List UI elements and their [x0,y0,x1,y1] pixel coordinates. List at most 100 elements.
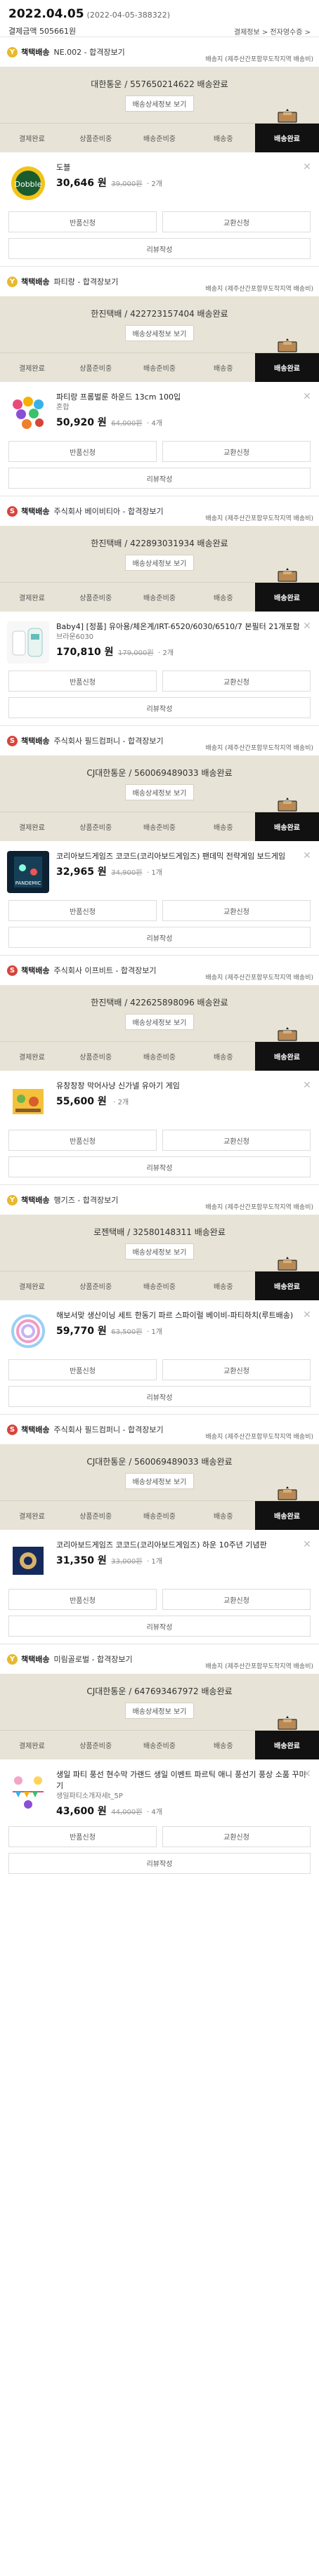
return-request-button[interactable]: 반품신청 [8,1359,157,1380]
close-icon[interactable]: ✕ [302,1081,312,1090]
product-name[interactable]: 코리아보드게임즈 코코드(코리아보드게임즈) 팬데믹 전략게임 보드게임 [56,851,312,862]
product-name[interactable]: 해보서맞 생산이닝 세트 한동기 파르 스파이럴 베이비-파티하치(루트배송) [56,1310,312,1321]
receipt-links[interactable]: 결제정보 > 전자영수증 > [234,26,311,37]
seller-name[interactable]: 주식회사 베이비티아 - 합격장보기 [53,506,163,517]
exchange-request-button[interactable]: 교환신청 [162,1825,311,1847]
product-name[interactable]: 도블 [56,162,312,173]
action-row: 반품신청 교환신청 [8,1359,311,1380]
product-thumbnail[interactable] [7,1769,49,1811]
product-item[interactable]: 해보서맞 생산이닝 세트 한동기 파르 스파이럴 베이비-파티하치(루트배송) … [0,1300,319,1359]
return-request-button[interactable]: 반품신청 [8,671,157,692]
seller-row[interactable]: S 책택배송 주식회사 필드컴퍼니 - 합격장보기 배송지 (제주산간포함무도착… [0,726,319,755]
track-detail-button[interactable]: 배송상세정보 보기 [124,555,195,571]
seller-row[interactable]: Y 책택배송 파티랑 - 합격장보기 배송지 (제주산간포함무도착지역 배송비) [0,267,319,296]
track-detail-button[interactable]: 배송상세정보 보기 [124,95,195,112]
write-review-button[interactable]: 리뷰작성 [8,697,311,718]
exchange-request-button[interactable]: 교환신청 [162,900,311,921]
seller-name[interactable]: 주식회사 이프비트 - 합격장보기 [53,965,156,976]
product-item[interactable]: 파티랑 프롬벌룬 하운드 13cm 100입 혼합 50,920 원 64,00… [0,382,319,441]
step-label: 상품준비중 [79,1743,112,1750]
seller-name[interactable]: 파티랑 - 합격장보기 [53,276,118,287]
write-review-button[interactable]: 리뷰작성 [8,468,311,489]
track-detail-button[interactable]: 배송상세정보 보기 [124,325,195,341]
price-row: 30,646 원 39,000원 · 2개 [56,176,312,190]
seller-row[interactable]: Y 책택배송 NE.002 - 합격장보기 배송지 (제주산간포함무도착지역 배… [0,37,319,67]
product-thumbnail[interactable]: PANDEMIC [7,851,49,893]
seller-name[interactable]: 미림골로벌 - 합격장보기 [53,1653,132,1665]
product-thumbnail[interactable] [7,1540,49,1582]
product-name[interactable]: 파티랑 프롬벌룬 하운드 13cm 100입 [56,392,312,403]
seller-name[interactable]: 주식회사 필드컴퍼니 - 합격장보기 [53,735,163,746]
close-icon[interactable]: ✕ [302,162,312,172]
step-1: 상품준비중 [64,812,128,841]
delivery-steps: 결제완료 상품준비중 배송준비중 배송중 배송완료 [0,338,319,382]
close-icon[interactable]: ✕ [302,1769,312,1779]
original-price: 39,000원 [111,180,143,188]
product-item[interactable]: 유창창창 막어사냥 신가넬 유아기 게임 55,600 원 · 2개 ✕ [0,1071,319,1130]
shipping-info: 배송지 (제주산간포함무도착지역 배송비) [205,745,313,752]
product-item[interactable]: 코리아보드게임즈 코코드(코리아보드게임즈) 하운 10주년 기념판 31,35… [0,1530,319,1589]
seller-name[interactable]: 주식회사 필드컴퍼니 - 합격장보기 [53,1424,163,1435]
action-row: 반품신청 교환신청 [8,1825,311,1847]
seller-row[interactable]: Y 책택배송 행기즈 - 합격장보기 배송지 (제주산간포함무도착지역 배송비) [0,1185,319,1215]
product-name[interactable]: 유창창창 막어사냥 신가넬 유아기 게임 [56,1081,312,1092]
seller-row[interactable]: Y 책택배송 미림골로벌 - 합격장보기 배송지 (제주산간포함무도착지역 배송… [0,1644,319,1674]
product-item[interactable]: PANDEMIC 코리아보드게임즈 코코드(코리아보드게임즈) 팬데믹 전략게임… [0,841,319,900]
write-review-button[interactable]: 리뷰작성 [8,1386,311,1407]
product-thumbnail[interactable] [7,621,49,663]
step-label: 배송준비중 [143,136,176,143]
seller-row[interactable]: S 책택배송 주식회사 이프비트 - 합격장보기 배송지 (제주산간포함무도착지… [0,956,319,985]
action-buttons: 반품신청 교환신청 리뷰작성 [0,1825,319,1881]
delivery-steps: 결제완료 상품준비중 배송준비중 배송중 배송완료 [0,568,319,612]
exchange-request-button[interactable]: 교환신청 [162,1589,311,1610]
close-icon[interactable]: ✕ [302,621,312,631]
step-1: 상품준비중 [64,1042,128,1071]
product-item[interactable]: 생일 파티 풍선 현수막 가랜드 생일 이벤트 파르틱 애니 풍선기 풍상 소품… [0,1759,319,1826]
product-thumbnail[interactable] [7,1081,49,1123]
return-request-button[interactable]: 반품신청 [8,211,157,232]
delivery-steps: 결제완료 상품준비중 배송준비중 배송중 배송완료 [0,109,319,152]
write-review-button[interactable]: 리뷰작성 [8,1156,311,1177]
write-review-button[interactable]: 리뷰작성 [8,1852,311,1874]
exchange-request-button[interactable]: 교환신청 [162,211,311,232]
return-request-button[interactable]: 반품신청 [8,1589,157,1610]
seller-name[interactable]: NE.002 - 합격장보기 [53,46,124,58]
product-name[interactable]: 코리아보드게임즈 코코드(코리아보드게임즈) 하운 10주년 기념판 [56,1540,312,1551]
seller-name[interactable]: 행기즈 - 합격장보기 [53,1194,118,1206]
action-buttons: 반품신청 교환신청 리뷰작성 [0,671,319,725]
close-icon[interactable]: ✕ [302,1540,312,1550]
step-label: 배송중 [213,1054,233,1062]
exchange-request-button[interactable]: 교환신청 [162,1359,311,1380]
track-detail-button[interactable]: 배송상세정보 보기 [124,1703,195,1719]
shipment-list: Y 책택배송 NE.002 - 합격장보기 배송지 (제주산간포함무도착지역 배… [0,37,319,1881]
track-detail-button[interactable]: 배송상세정보 보기 [124,1473,195,1489]
shipment-card: Y 책택배송 미림골로벌 - 합격장보기 배송지 (제주산간포함무도착지역 배송… [0,1644,319,1881]
return-request-button[interactable]: 반품신청 [8,1825,157,1847]
track-detail-button[interactable]: 배송상세정보 보기 [124,784,195,800]
seller-row[interactable]: S 책택배송 주식회사 필드컴퍼니 - 합격장보기 배송지 (제주산간포함무도착… [0,1415,319,1444]
track-detail-button[interactable]: 배송상세정보 보기 [124,1014,195,1030]
product-name[interactable]: 생일 파티 풍선 현수막 가랜드 생일 이벤트 파르틱 애니 풍선기 풍상 소품… [56,1769,312,1792]
write-review-button[interactable]: 리뷰작성 [8,1616,311,1637]
step-3: 배송중 [191,812,255,841]
product-item[interactable]: Dobble 도블 30,646 원 39,000원 · 2개 ✕ [0,152,319,211]
exchange-request-button[interactable]: 교환신청 [162,441,311,462]
seller-row[interactable]: S 책택배송 주식회사 베이비티아 - 합격장보기 배송지 (제주산간포함무도착… [0,496,319,526]
write-review-button[interactable]: 리뷰작성 [8,238,311,259]
close-icon[interactable]: ✕ [302,1310,312,1320]
product-thumbnail[interactable] [7,1310,49,1352]
step-label: 결제완료 [18,1054,45,1062]
return-request-button[interactable]: 반품신청 [8,900,157,921]
exchange-request-button[interactable]: 교환신청 [162,671,311,692]
exchange-request-button[interactable]: 교환신청 [162,1130,311,1151]
return-request-button[interactable]: 반품신청 [8,1130,157,1151]
product-thumbnail[interactable] [7,392,49,434]
product-name[interactable]: Baby4] [정품] 유아용/체온계/IRT-6520/6030/6510/7… [56,621,312,633]
close-icon[interactable]: ✕ [302,851,312,861]
write-review-button[interactable]: 리뷰작성 [8,927,311,948]
return-request-button[interactable]: 반품신청 [8,441,157,462]
close-icon[interactable]: ✕ [302,392,312,402]
product-item[interactable]: Baby4] [정품] 유아용/체온계/IRT-6520/6030/6510/7… [0,612,319,671]
track-detail-button[interactable]: 배송상세정보 보기 [124,1243,195,1260]
product-thumbnail[interactable]: Dobble [7,162,49,204]
